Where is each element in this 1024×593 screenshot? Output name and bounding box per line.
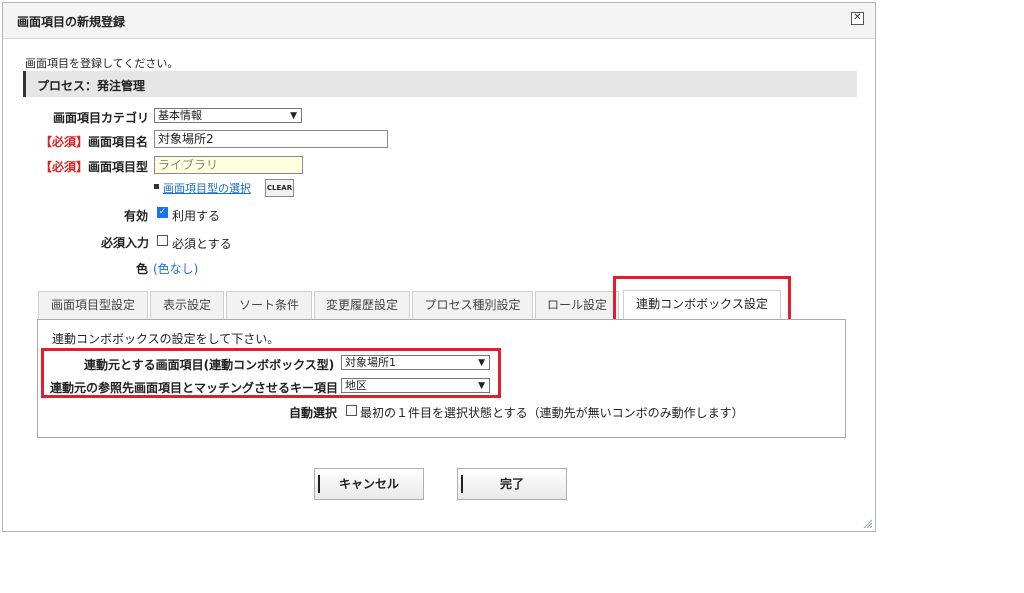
category-value: 基本情報: [158, 109, 202, 122]
button-bar-icon: [318, 475, 320, 493]
type-select-link[interactable]: 画面項目型の選択: [163, 180, 251, 196]
type-label: 画面項目型: [88, 160, 149, 174]
intro-text: 画面項目を登録してください。: [25, 57, 179, 70]
tab-display[interactable]: 表示設定: [150, 291, 224, 319]
name-label: 画面項目名: [88, 135, 149, 149]
type-input: ライブラリ: [154, 156, 303, 174]
process-header: プロセス：発注管理: [23, 71, 857, 97]
close-icon[interactable]: ✕: [851, 12, 864, 25]
auto-select-checkbox[interactable]: [346, 405, 357, 416]
resize-grip-icon[interactable]: [862, 518, 872, 528]
tab-role[interactable]: ロール設定: [535, 291, 619, 319]
cancel-button[interactable]: キャンセル: [314, 468, 424, 500]
tab-history[interactable]: 変更履歴設定: [314, 291, 410, 319]
tab-sort[interactable]: ソート条件: [226, 291, 312, 319]
done-button[interactable]: 完了: [457, 468, 567, 500]
dialog-title: 画面項目の新規登録: [17, 15, 126, 29]
highlight-box-fields: [41, 348, 501, 398]
enabled-label: 有効: [124, 209, 149, 223]
category-select[interactable]: 基本情報 ▼: [154, 108, 302, 123]
color-label: 色: [136, 262, 149, 276]
color-link[interactable]: (色なし): [153, 260, 198, 277]
chevron-down-icon: ▼: [290, 111, 297, 121]
required-mark: 【必須】: [40, 135, 89, 149]
required-input-label: 必須入力: [101, 236, 150, 250]
required-input-checkbox[interactable]: [157, 235, 168, 246]
bullet-icon: [154, 184, 159, 189]
done-label: 完了: [499, 477, 524, 491]
enabled-checkbox[interactable]: ✓: [157, 207, 168, 218]
panel-description: 連動コンボボックスの設定をして下さい。: [52, 332, 280, 346]
auto-select-text: 最初の１件目を選択状態とする（連動先が無いコンボのみ動作します）: [360, 406, 744, 420]
enabled-text: 利用する: [172, 209, 221, 223]
dialog-titlebar: 画面項目の新規登録 ✕: [3, 3, 875, 39]
required-mark: 【必須】: [40, 160, 89, 174]
category-label: 画面項目カテゴリ: [53, 111, 150, 125]
process-name: プロセス：発注管理: [37, 79, 146, 93]
tab-item-type[interactable]: 画面項目型設定: [38, 291, 148, 319]
button-bar-icon: [461, 475, 463, 493]
auto-select-label: 自動選択: [289, 406, 338, 420]
name-input[interactable]: 対象場所2: [154, 130, 388, 148]
clear-button[interactable]: CLEAR: [265, 179, 294, 197]
new-screen-item-dialog: 画面項目の新規登録 ✕ 画面項目を登録してください。 プロセス：発注管理 画面項…: [2, 2, 876, 532]
tab-process-type[interactable]: プロセス種別設定: [412, 291, 533, 319]
required-input-text: 必須とする: [172, 237, 232, 251]
cancel-label: キャンセル: [338, 477, 399, 491]
